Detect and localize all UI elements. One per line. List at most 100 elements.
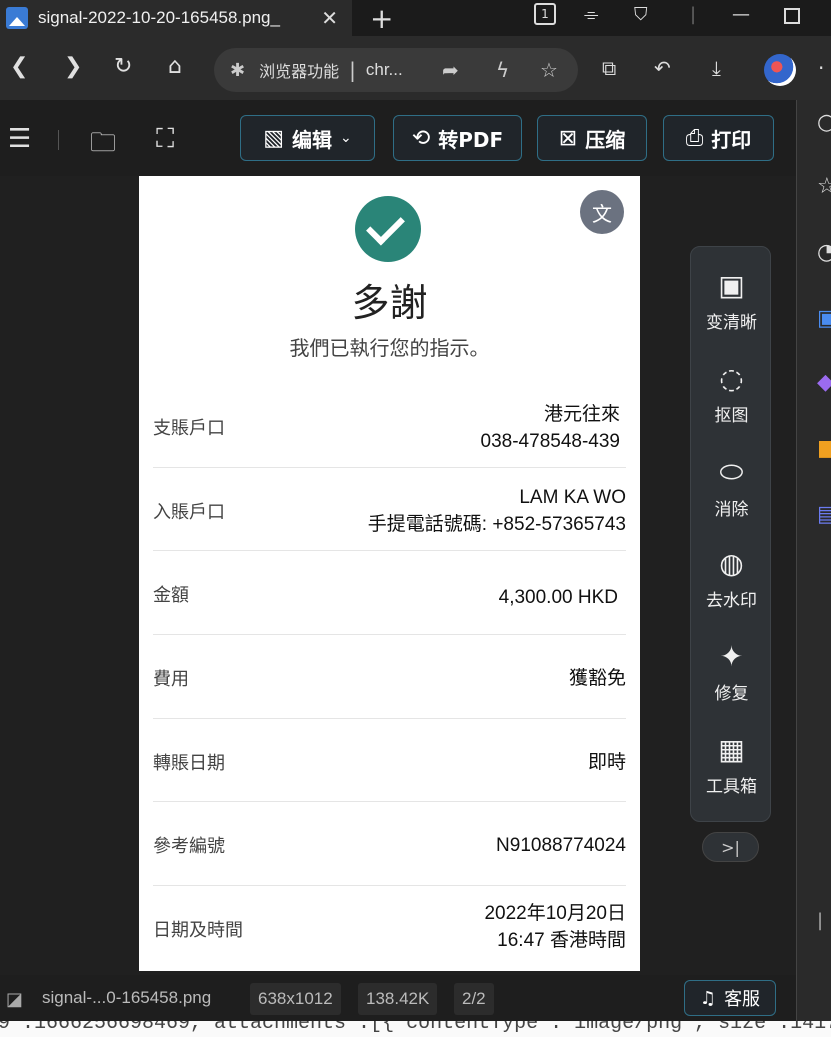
row-label: 入賬戶口 bbox=[153, 502, 225, 523]
favorites-icon[interactable]: ☆ bbox=[817, 174, 831, 199]
row-label: 金額 bbox=[153, 585, 189, 606]
edit-button[interactable]: ▧ 编辑 ⌄ bbox=[240, 115, 375, 161]
fullscreen-icon[interactable]: ⛶ bbox=[156, 124, 174, 155]
translate-glyph: 文 bbox=[592, 201, 612, 226]
tab-bar: signal-2022-10-20-165458.png_ ✕ + 1 ⌯ ⛉ … bbox=[0, 0, 831, 36]
share-icon[interactable]: ➦ bbox=[442, 58, 459, 82]
row-datetime: 日期及時間 2022年10月20日 16:47 香港時間 bbox=[153, 886, 626, 971]
tool-label: 去水印 bbox=[706, 591, 757, 611]
compress-button[interactable]: ⊠ 压缩 bbox=[537, 115, 647, 161]
row-value: N91088774024 bbox=[496, 835, 626, 856]
ai-tools-panel: ▣ 变清晰 ◌ 抠图 ⬭ 消除 ◍ 去水印 ✦ 修复 ▦ 工具箱 bbox=[690, 246, 771, 822]
tool-remove-watermark[interactable]: ◍ 去水印 bbox=[691, 547, 772, 611]
tool-label: 修复 bbox=[714, 684, 749, 704]
active-tab[interactable]: signal-2022-10-20-165458.png_ ✕ bbox=[0, 0, 352, 36]
eraser-icon: ⬭ bbox=[719, 455, 744, 488]
forward-icon[interactable]: ❯ bbox=[64, 54, 82, 79]
tool-enhance[interactable]: ▣ 变清晰 bbox=[691, 269, 772, 333]
bolt-icon[interactable]: ϟ bbox=[496, 58, 509, 82]
status-file-size: 138.42K bbox=[358, 983, 438, 1015]
printer-icon: ⎙ bbox=[685, 125, 704, 151]
tab-title: signal-2022-10-20-165458.png_ bbox=[38, 8, 280, 27]
avatar[interactable] bbox=[764, 54, 796, 86]
compress-label: 压缩 bbox=[585, 127, 626, 152]
row-value: 獲豁免 bbox=[568, 668, 626, 689]
viewer-toolbar: ☰ 🗀 ⛶ ▧ 编辑 ⌄ ⟲ 转PDF ⊠ 压缩 ⎙ 打印 bbox=[0, 100, 796, 176]
reload-icon[interactable]: ↻ bbox=[114, 54, 132, 79]
row-label: 支賬戶口 bbox=[153, 418, 225, 439]
new-tab-button[interactable]: + bbox=[370, 2, 393, 35]
background-text: 9 :1666256698469, attachments :[{ conten… bbox=[0, 1021, 831, 1035]
game-icon[interactable]: ◆ bbox=[817, 370, 831, 395]
row-label: 費用 bbox=[153, 669, 189, 690]
omnibox[interactable]: ✱ 浏览器功能 | chr... ➦ ϟ ☆ bbox=[214, 48, 578, 92]
star-icon[interactable]: ☆ bbox=[540, 58, 558, 82]
shirt-icon[interactable]: ⛉ bbox=[634, 4, 648, 25]
omnibox-separator: | bbox=[349, 58, 356, 82]
row-value-line2: 16:47 香港時間 bbox=[497, 930, 626, 951]
toolbar-divider bbox=[58, 130, 59, 150]
convert-icon: ⟲ bbox=[411, 125, 431, 151]
toolbox-side-icon[interactable]: ■ bbox=[817, 436, 831, 461]
maximize-icon[interactable] bbox=[784, 8, 800, 24]
image-info-icon[interactable]: ◪ bbox=[6, 989, 23, 1010]
puzzle-icon[interactable]: ⧉ bbox=[602, 56, 616, 80]
workspace-badge[interactable]: 1 bbox=[534, 3, 556, 25]
omnibox-label: 浏览器功能 bbox=[259, 62, 340, 81]
search-icon[interactable]: ○ bbox=[817, 110, 831, 135]
status-bar: ◪ signal-...0-165458.png 638x1012 138.42… bbox=[0, 975, 796, 1021]
row-value: 即時 bbox=[587, 752, 626, 773]
row-label: 參考編號 bbox=[153, 836, 225, 857]
minimize-icon[interactable]: — bbox=[732, 4, 750, 25]
row-reference: 參考編號 N91088774024 bbox=[153, 802, 626, 886]
ai-icon[interactable]: ▣ bbox=[817, 306, 831, 331]
tool-label: 工具箱 bbox=[706, 777, 757, 797]
background-page: 9 :1666256698469, attachments :[{ conten… bbox=[0, 1021, 831, 1037]
close-tab-icon[interactable]: ✕ bbox=[321, 6, 338, 30]
back-icon[interactable]: ❮ bbox=[10, 54, 28, 79]
translate-icon[interactable]: 文 bbox=[580, 190, 624, 234]
tool-label: 消除 bbox=[714, 500, 749, 520]
collapse-panel-button[interactable]: >| bbox=[702, 832, 759, 862]
to-pdf-button[interactable]: ⟲ 转PDF bbox=[393, 115, 522, 161]
customer-service-button[interactable]: ♫ 客服 bbox=[684, 980, 776, 1016]
omnibox-url[interactable]: chr... bbox=[366, 60, 403, 80]
compress-icon: ⊠ bbox=[558, 125, 578, 151]
row-label: 日期及時間 bbox=[153, 920, 243, 941]
status-page-index: 2/2 bbox=[454, 983, 494, 1015]
tool-repair[interactable]: ✦ 修复 bbox=[691, 640, 772, 704]
toolbox-icon: ▦ bbox=[718, 733, 745, 766]
image-edit-icon: ▧ bbox=[263, 125, 285, 151]
undo-icon[interactable]: ↶ bbox=[654, 56, 671, 80]
thanks-title: 多謝 bbox=[351, 281, 428, 325]
chevron-down-icon: ⌄ bbox=[340, 130, 352, 146]
receipt-image: 文 多謝 我們已執行您的指示。 支賬戶口 港元往來 038-478548-439… bbox=[139, 176, 640, 971]
row-credit-account: 入賬戶口 LAM KA WO 手提電話號碼: +852-57365743 bbox=[153, 468, 626, 551]
translate-side-icon[interactable]: ▤ bbox=[817, 502, 831, 527]
download-icon[interactable]: ⤓ bbox=[712, 56, 721, 80]
tool-cutout[interactable]: ◌ 抠图 bbox=[691, 362, 772, 426]
menu-icon[interactable]: ☰ bbox=[8, 124, 31, 154]
row-value: 4,300.00 HKD bbox=[498, 587, 618, 608]
row-debit-account: 支賬戶口 港元往來 038-478548-439 bbox=[153, 394, 626, 468]
repair-icon: ✦ bbox=[719, 640, 744, 673]
extension-icon[interactable]: ✱ bbox=[230, 60, 245, 81]
print-button[interactable]: ⎙ 打印 bbox=[663, 115, 774, 161]
success-check-icon bbox=[355, 196, 421, 262]
watermark-icon: ◍ bbox=[719, 547, 744, 580]
to-pdf-label: 转PDF bbox=[438, 127, 504, 152]
row-value-line1: LAM KA WO bbox=[519, 487, 626, 508]
incognito-icon[interactable]: ⌯ bbox=[584, 4, 598, 25]
home-icon[interactable]: ⌂ bbox=[168, 54, 182, 79]
more-icon[interactable]: · bbox=[818, 56, 824, 80]
browser-sidebar: ○ ☆ ◔ ▣ ◆ ■ ▤ | bbox=[796, 100, 831, 1037]
sidebar-toggle-icon[interactable]: | bbox=[817, 910, 823, 931]
address-bar-row: ❮ ❯ ↻ ⌂ ✱ 浏览器功能 | chr... ➦ ϟ ☆ ⧉ ↶ ⤓ · bbox=[0, 36, 831, 100]
tool-erase[interactable]: ⬭ 消除 bbox=[691, 455, 772, 520]
tool-label: 变清晰 bbox=[706, 313, 757, 333]
folder-icon[interactable]: 🗀 bbox=[90, 124, 116, 168]
tool-toolbox[interactable]: ▦ 工具箱 bbox=[691, 733, 772, 797]
history-icon[interactable]: ◔ bbox=[817, 240, 831, 265]
headset-icon: ♫ bbox=[699, 987, 717, 1009]
tool-label: 抠图 bbox=[714, 406, 749, 426]
